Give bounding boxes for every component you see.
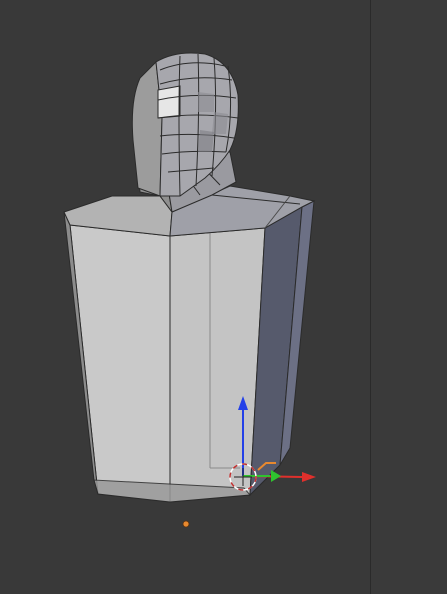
side-panel (371, 0, 447, 594)
object-origin-icon[interactable] (182, 520, 190, 528)
axis-y-arrow-icon[interactable] (271, 470, 281, 482)
torso-mesh[interactable] (63, 185, 316, 503)
3d-viewport[interactable] (0, 0, 447, 594)
axis-x-arrow-icon[interactable] (302, 472, 316, 482)
